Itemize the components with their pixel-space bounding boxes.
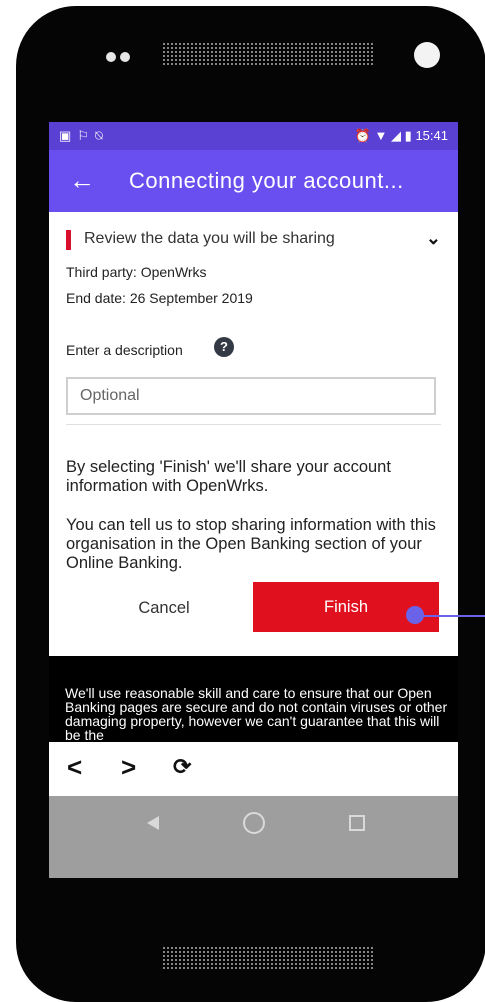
status-bar: ▣⚐⍉ ⏰ ▼ ◢ ▮ 15:41 — [49, 122, 458, 150]
wifi-icon: ▼ — [374, 128, 388, 143]
image-icon: ▣ — [59, 128, 78, 143]
chevron-left-icon[interactable]: < — [67, 752, 82, 783]
section-marker — [66, 230, 71, 250]
status-icons-right: ⏰ ▼ ◢ ▮ 15:41 — [355, 128, 448, 144]
signal-icon: ◢ — [391, 128, 402, 143]
review-label: Review the data you will be sharing — [84, 230, 335, 247]
system-nav-bar — [49, 796, 458, 878]
flag-icon: ⚐ — [77, 128, 95, 143]
page-title: Connecting your account... — [129, 168, 404, 193]
disclaimer-text: We'll use reasonable skill and care to e… — [65, 685, 448, 742]
back-icon[interactable] — [147, 816, 159, 830]
status-time: 15:41 — [415, 128, 448, 143]
help-icon[interactable]: ? — [214, 337, 234, 357]
refresh-icon[interactable]: ⟳ — [173, 754, 191, 780]
sensor-dots — [106, 49, 134, 67]
battery-icon: ▮ — [404, 128, 412, 143]
cancel-button[interactable]: Cancel — [89, 584, 239, 632]
speaker-grille — [162, 946, 374, 970]
notifications-off-icon: ⍉ — [94, 128, 109, 143]
divider — [66, 424, 441, 425]
status-icons-left: ▣⚐⍉ — [59, 128, 109, 144]
third-party-text: Third party: OpenWrks — [66, 264, 207, 280]
app-bar: ← Connecting your account... — [49, 150, 458, 212]
review-toggle[interactable]: Review the data you will be sharing ⌄ — [66, 228, 441, 252]
stop-sharing-info-text: You can tell us to stop sharing informat… — [66, 516, 436, 572]
footer-disclaimer: We'll use reasonable skill and care to e… — [49, 656, 458, 742]
annotation-line — [422, 615, 485, 617]
chevron-right-icon[interactable]: > — [121, 752, 136, 783]
earpiece-grille — [162, 42, 374, 66]
finish-info-text: By selecting 'Finish' we'll share your a… — [66, 458, 391, 495]
recents-icon[interactable] — [349, 815, 365, 831]
phone-screen: ▣⚐⍉ ⏰ ▼ ◢ ▮ 15:41 ← Connecting your acco… — [49, 122, 458, 878]
home-icon[interactable] — [243, 812, 265, 834]
description-input[interactable] — [66, 377, 436, 415]
browser-toolbar: < > ⟳ — [49, 742, 458, 796]
arrow-left-icon[interactable]: ← — [69, 164, 95, 196]
description-label: Enter a description — [66, 342, 183, 358]
end-date-text: End date: 26 September 2019 — [66, 290, 253, 306]
alarm-icon: ⏰ — [354, 128, 371, 143]
chevron-down-icon[interactable]: ⌄ — [426, 228, 441, 249]
front-camera — [414, 42, 440, 68]
